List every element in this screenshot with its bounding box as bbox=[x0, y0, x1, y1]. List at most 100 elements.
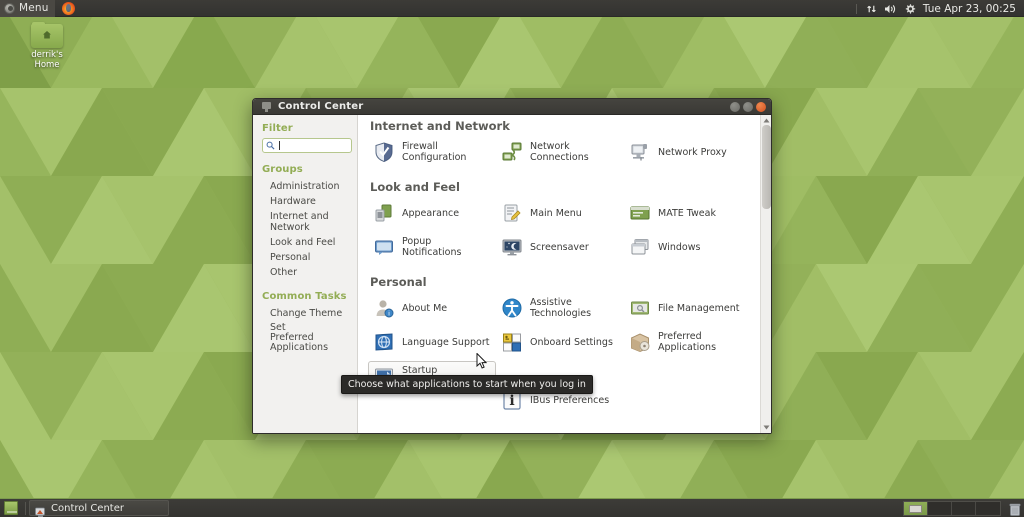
workspace-3[interactable] bbox=[952, 502, 976, 515]
settings-item-label: Firewall Configuration bbox=[402, 141, 467, 163]
show-desktop-icon[interactable] bbox=[4, 501, 18, 515]
section-grid-personal: i About Me Assistive Technologies File M… bbox=[368, 293, 756, 419]
settings-item-file-management[interactable]: File Management bbox=[624, 293, 752, 323]
sidebar-item-internet-and-network[interactable]: Internet and Network bbox=[262, 209, 350, 235]
mate-tweak-icon bbox=[629, 202, 651, 224]
workspace-switcher[interactable] bbox=[903, 501, 1001, 516]
preferred-applications-icon bbox=[629, 331, 651, 353]
settings-item-label: Language Support bbox=[402, 336, 490, 348]
trash-icon[interactable] bbox=[1009, 502, 1021, 516]
sidebar-item-look-and-feel[interactable]: Look and Feel bbox=[262, 235, 350, 250]
top-panel: Menu Tue Apr 23, 00:25 bbox=[0, 0, 1024, 17]
svg-text:i: i bbox=[388, 310, 390, 318]
settings-item-label: Network Connections bbox=[530, 141, 589, 163]
network-updown-icon[interactable] bbox=[866, 3, 877, 15]
section-title-look-and-feel: Look and Feel bbox=[370, 180, 460, 194]
sidebar-item-administration[interactable]: Administration bbox=[262, 179, 350, 194]
tray-separator bbox=[855, 3, 857, 14]
mate-menu-icon bbox=[4, 2, 15, 14]
close-button[interactable] bbox=[756, 102, 766, 112]
settings-item-language-support[interactable]: Language Support bbox=[368, 327, 496, 357]
settings-item-about-me[interactable]: i About Me bbox=[368, 293, 496, 323]
firefox-icon[interactable] bbox=[61, 1, 75, 15]
sidebar-item-change-theme[interactable]: Change Theme bbox=[262, 306, 350, 321]
menu-label: Menu bbox=[19, 2, 49, 14]
settings-item-label: Windows bbox=[658, 241, 701, 253]
search-input[interactable] bbox=[262, 138, 352, 153]
settings-item-label: Assistive Technologies bbox=[530, 297, 592, 319]
settings-item-network-proxy[interactable]: Network Proxy bbox=[624, 137, 752, 167]
sidebar-item-set-preferred-applications[interactable]: Set Preferred Applications bbox=[262, 321, 328, 355]
settings-item-appearance[interactable]: Appearance bbox=[368, 198, 496, 228]
settings-item-label: Popup Notifications bbox=[402, 236, 462, 258]
panel-separator bbox=[25, 501, 26, 515]
workspace-4[interactable] bbox=[976, 502, 1000, 515]
appearance-icon bbox=[373, 202, 395, 224]
workspace-1[interactable] bbox=[904, 502, 928, 515]
settings-item-firewall-configuration[interactable]: Firewall Configuration bbox=[368, 137, 496, 167]
folder-glyph bbox=[31, 22, 63, 48]
common-tasks-list: Change Theme Set Preferred Applications bbox=[262, 306, 350, 355]
sidebar-item-hardware[interactable]: Hardware bbox=[262, 194, 350, 209]
window-titlebar[interactable]: Control Center bbox=[253, 99, 771, 115]
settings-item-windows[interactable]: Windows bbox=[624, 232, 752, 262]
network-proxy-icon bbox=[629, 141, 651, 163]
scrollbar-track[interactable] bbox=[761, 125, 771, 423]
settings-item-label: Onboard Settings bbox=[530, 336, 613, 348]
settings-item-label: About Me bbox=[402, 302, 448, 314]
vertical-scrollbar[interactable] bbox=[760, 115, 771, 433]
maximize-button[interactable] bbox=[743, 102, 753, 112]
scroll-down-arrow[interactable] bbox=[762, 423, 771, 432]
home-folder-label: derrik's Home bbox=[31, 50, 63, 70]
control-center-icon bbox=[35, 503, 46, 517]
section-grid-look-and-feel: Appearance Main Menu MATE Tweak Popup No… bbox=[368, 198, 756, 266]
minimize-button[interactable] bbox=[730, 102, 740, 112]
common-tasks-heading: Common Tasks bbox=[262, 291, 347, 302]
bottom-panel: Control Center bbox=[0, 498, 1024, 517]
language-support-icon bbox=[373, 331, 395, 353]
bottom-right-tray bbox=[903, 501, 1021, 516]
text-caret bbox=[279, 141, 280, 150]
svg-text:i: i bbox=[509, 393, 514, 409]
groups-list: Administration Hardware Internet and Net… bbox=[262, 179, 350, 280]
settings-item-label: Main Menu bbox=[530, 207, 582, 219]
taskbar-item-control-center[interactable]: Control Center bbox=[29, 500, 169, 517]
clock[interactable]: Tue Apr 23, 00:25 bbox=[923, 3, 1020, 15]
settings-item-network-connections[interactable]: Network Connections bbox=[496, 137, 624, 167]
gear-icon[interactable] bbox=[904, 3, 916, 15]
system-tray: Tue Apr 23, 00:25 bbox=[855, 0, 1020, 17]
shield-icon bbox=[373, 141, 395, 163]
network-connections-icon bbox=[501, 141, 523, 163]
settings-item-label: Screensaver bbox=[530, 241, 589, 253]
workspace-2[interactable] bbox=[928, 502, 952, 515]
menu-button[interactable]: Menu bbox=[0, 0, 55, 17]
window-buttons bbox=[730, 102, 766, 112]
settings-item-label: MATE Tweak bbox=[658, 207, 716, 219]
screensaver-icon bbox=[501, 236, 523, 258]
settings-item-label: IBus Preferences bbox=[530, 394, 610, 406]
workspace-window-thumb bbox=[909, 505, 922, 513]
settings-item-label: Network Proxy bbox=[658, 146, 727, 158]
main-menu-icon bbox=[501, 202, 523, 224]
about-me-icon: i bbox=[373, 297, 395, 319]
settings-item-screensaver[interactable]: Screensaver bbox=[496, 232, 624, 262]
scrollbar-thumb[interactable] bbox=[761, 125, 771, 209]
scroll-up-arrow[interactable] bbox=[762, 116, 771, 125]
settings-item-assistive-technologies[interactable]: Assistive Technologies bbox=[496, 293, 624, 323]
home-folder-icon[interactable]: derrik's Home bbox=[16, 22, 78, 70]
settings-item-onboard-settings[interactable]: Onboard Settings bbox=[496, 327, 624, 357]
sidebar-item-personal[interactable]: Personal bbox=[262, 250, 350, 265]
sidebar-item-other[interactable]: Other bbox=[262, 265, 350, 280]
file-management-icon bbox=[629, 297, 651, 319]
popup-notifications-icon bbox=[373, 236, 395, 258]
section-title-internet-and-network: Internet and Network bbox=[370, 119, 510, 133]
settings-item-popup-notifications[interactable]: Popup Notifications bbox=[368, 232, 496, 262]
settings-item-main-menu[interactable]: Main Menu bbox=[496, 198, 624, 228]
settings-item-preferred-applications[interactable]: Preferred Applications bbox=[624, 327, 752, 357]
taskbar-item-label: Control Center bbox=[51, 502, 124, 514]
settings-item-mate-tweak[interactable]: MATE Tweak bbox=[624, 198, 752, 228]
settings-item-label: Preferred Applications bbox=[658, 331, 717, 353]
display-icon bbox=[262, 101, 271, 112]
section-title-personal: Personal bbox=[370, 275, 427, 289]
speaker-icon[interactable] bbox=[884, 3, 897, 15]
